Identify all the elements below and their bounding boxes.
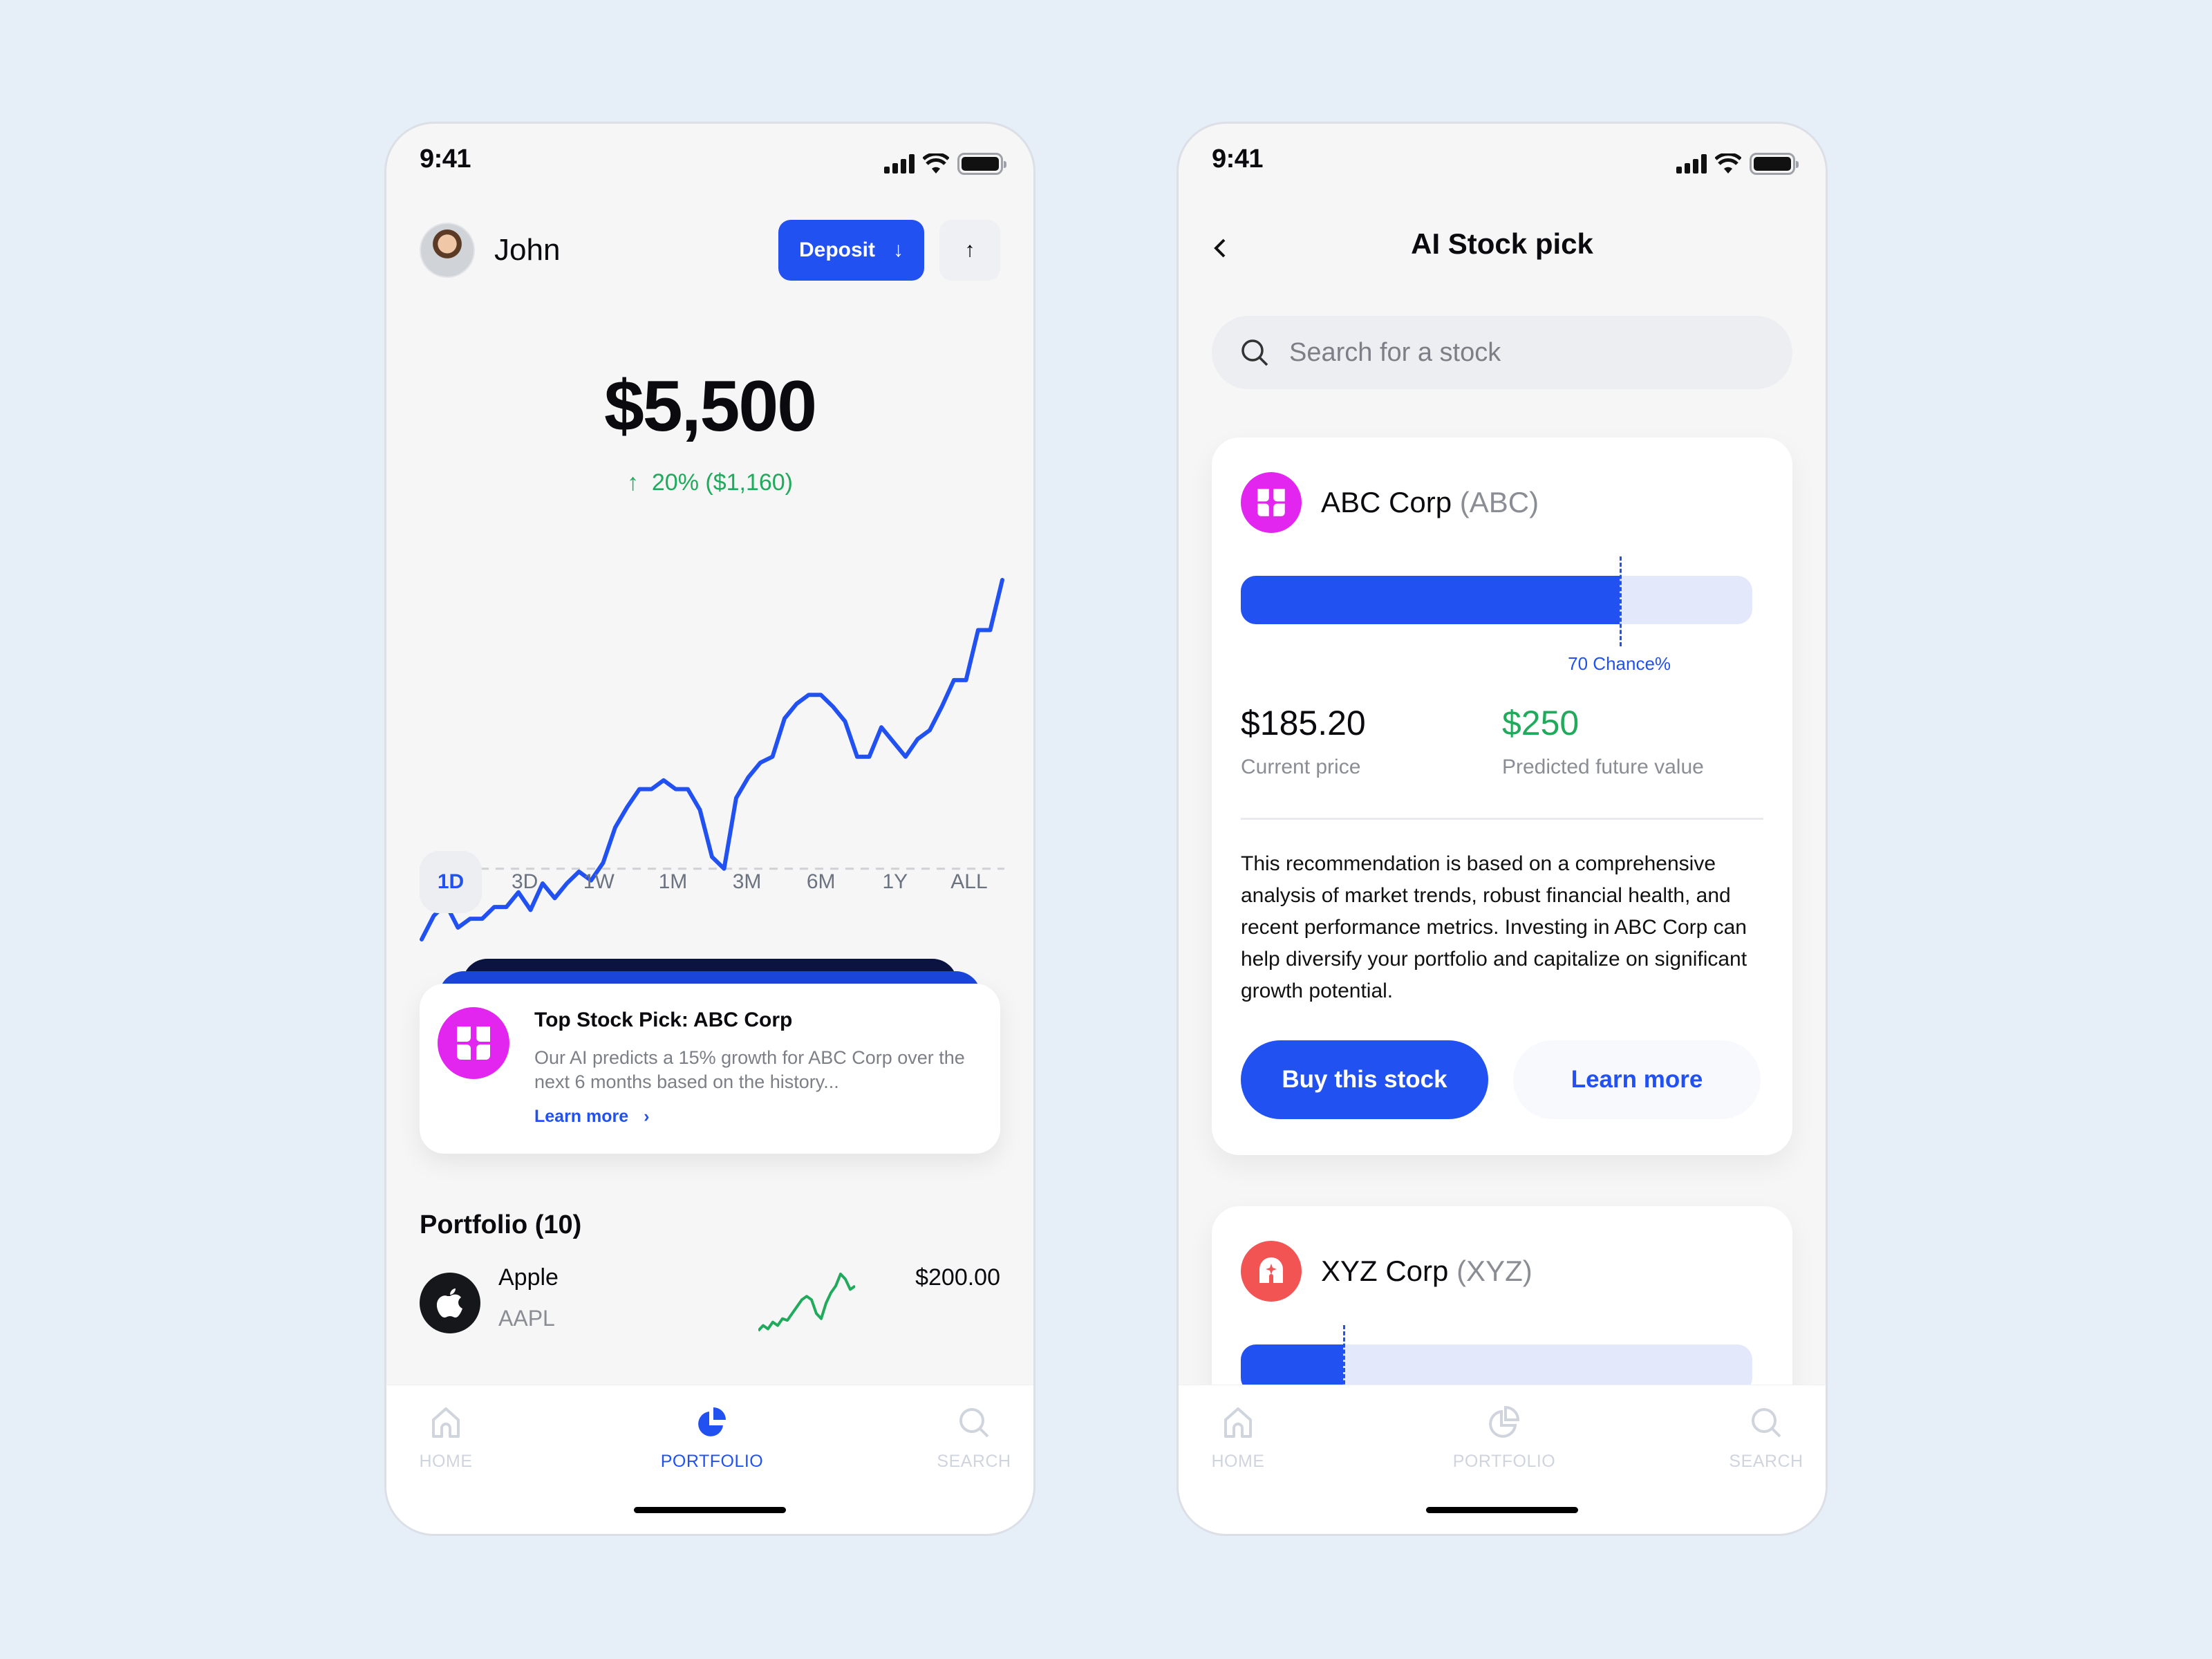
- status-bar: 9:41: [386, 124, 1033, 207]
- home-icon: [432, 1407, 460, 1438]
- range-tab-all[interactable]: ALL: [938, 851, 1000, 913]
- tab-portfolio[interactable]: PORTFOLIO: [650, 1406, 774, 1472]
- ai-stock-pick-screen: 9:41 AI Stock pick ABC Corp (ABC) 70 Cha…: [1177, 122, 1828, 1536]
- tab-search-label: SEARCH: [1729, 1452, 1803, 1471]
- top-pick-card-stack: Top Stock Pick: ABC Corp Our AI predicts…: [420, 959, 1000, 1154]
- deposit-label: Deposit: [798, 238, 875, 261]
- arrow-down-icon: ↓: [893, 238, 903, 261]
- tab-portfolio[interactable]: PORTFOLIO: [1442, 1406, 1566, 1472]
- stock-name-text: ABC Corp: [1321, 486, 1452, 518]
- pie-chart-icon: [1489, 1406, 1520, 1438]
- stock-ticker: (XYZ): [1456, 1255, 1533, 1287]
- range-tab-3d[interactable]: 3D: [494, 851, 556, 913]
- home-indicator: [1426, 1507, 1578, 1513]
- top-pick-learn-more-link[interactable]: Learn more ›: [534, 1107, 650, 1127]
- price-metrics: $185.20 Current price $250 Predicted fut…: [1241, 703, 1763, 779]
- search-icon: [959, 1408, 989, 1438]
- predicted-value-label: Predicted future value: [1502, 756, 1704, 778]
- holding-sparkline: [758, 1273, 855, 1332]
- deposit-button[interactable]: Deposit ↓: [778, 220, 924, 281]
- current-price-label: Current price: [1241, 756, 1361, 778]
- signal-icon: [1676, 154, 1707, 174]
- predicted-value: $250: [1502, 704, 1580, 742]
- top-pick-card[interactable]: Top Stock Pick: ABC Corp Our AI predicts…: [420, 984, 1000, 1154]
- search-icon: [1241, 339, 1268, 366]
- stock-name: XYZ Corp (XYZ): [1321, 1255, 1533, 1288]
- sparkline-series: [758, 1273, 855, 1332]
- holding-name: Apple: [498, 1264, 559, 1291]
- stock-card-abc: ABC Corp (ABC) 70 Chance% $185.20 Curren…: [1212, 438, 1792, 1155]
- avatar[interactable]: [420, 223, 475, 278]
- chance-marker: [1619, 556, 1622, 646]
- range-tab-1m[interactable]: 1M: [641, 851, 704, 913]
- tab-bar: HOME PORTFOLIO SEARCH: [1179, 1385, 1826, 1534]
- apple-logo-icon: [420, 1273, 480, 1333]
- tab-home[interactable]: HOME: [1179, 1406, 1300, 1472]
- tab-search[interactable]: SEARCH: [912, 1406, 1033, 1472]
- range-tab-3m[interactable]: 3M: [716, 851, 778, 913]
- page-title: AI Stock pick: [1411, 227, 1593, 260]
- chevron-right-icon: ›: [644, 1107, 650, 1126]
- stock-ticker: (ABC): [1459, 486, 1539, 518]
- home-indicator: [634, 1507, 786, 1513]
- portfolio-title: Portfolio (10): [420, 1210, 582, 1239]
- abc-logo-icon: [438, 1007, 509, 1079]
- recommendation-text: This recommendation is based on a compre…: [1241, 852, 1747, 1002]
- portfolio-balance: $5,500: [603, 366, 817, 447]
- battery-icon: [957, 153, 1006, 175]
- tab-portfolio-label: PORTFOLIO: [660, 1452, 764, 1471]
- range-tab-6m[interactable]: 6M: [790, 851, 852, 913]
- tab-search-label: SEARCH: [937, 1452, 1011, 1471]
- tab-home[interactable]: HOME: [386, 1406, 508, 1472]
- stock-search-input[interactable]: [1289, 337, 1704, 368]
- stock-search-bar[interactable]: [1212, 316, 1792, 389]
- wifi-icon: [923, 153, 949, 174]
- wifi-icon: [1715, 153, 1741, 174]
- abc-logo-icon: [1241, 472, 1302, 533]
- top-pick-title: Top Stock Pick: ABC Corp: [534, 1009, 793, 1031]
- portfolio-screen: 9:41 John Deposit ↓ ↑ $5,500 ↑ 20% ($1,1…: [384, 122, 1035, 1536]
- holding-ticker: AAPL: [498, 1306, 555, 1331]
- profile-header: John Deposit ↓ ↑: [420, 219, 1000, 281]
- user-name: John: [494, 233, 561, 267]
- tab-home-label: HOME: [1211, 1452, 1265, 1471]
- signal-icon: [884, 154, 915, 174]
- status-time: 9:41: [1212, 144, 1264, 174]
- range-tab-1w[interactable]: 1W: [568, 851, 630, 913]
- chance-progress-fill: [1241, 576, 1620, 624]
- pie-chart-icon: [698, 1407, 726, 1436]
- arrow-up-icon: ↑: [626, 469, 639, 496]
- chance-label: 70 Chance%: [1568, 653, 1671, 674]
- top-pick-description: Our AI predicts a 15% growth for ABC Cor…: [534, 1047, 965, 1092]
- tab-portfolio-label: PORTFOLIO: [1452, 1452, 1556, 1471]
- home-icon: [1224, 1407, 1252, 1438]
- status-bar: 9:41: [1179, 124, 1826, 207]
- buy-stock-button[interactable]: Buy this stock: [1241, 1040, 1488, 1119]
- arrow-up-icon: ↑: [964, 238, 975, 261]
- search-icon: [1752, 1408, 1781, 1438]
- battery-icon: [1750, 153, 1799, 175]
- tab-bar: HOME PORTFOLIO SEARCH: [386, 1385, 1033, 1534]
- divider: [1241, 818, 1763, 820]
- status-time: 9:41: [420, 144, 471, 174]
- tab-search[interactable]: SEARCH: [1704, 1406, 1826, 1472]
- holding-price: $200.00: [915, 1264, 1000, 1291]
- xyz-logo-icon: [1241, 1241, 1302, 1302]
- learn-more-label: Learn more: [534, 1107, 629, 1126]
- stock-name-text: XYZ Corp: [1321, 1255, 1449, 1287]
- withdraw-button[interactable]: ↑: [939, 220, 1000, 281]
- change-text: 20% ($1,160): [651, 469, 794, 496]
- range-tab-1y[interactable]: 1Y: [864, 851, 926, 913]
- holding-row[interactable]: Apple AAPL $200.00: [420, 1264, 1000, 1354]
- stock-name: ABC Corp (ABC): [1321, 486, 1539, 519]
- learn-more-button[interactable]: Learn more: [1513, 1040, 1761, 1119]
- chance-progress-bar: 70 Chance%: [1241, 556, 1752, 674]
- current-price-value: $185.20: [1241, 704, 1366, 742]
- tab-home-label: HOME: [419, 1452, 473, 1471]
- range-tab-1d[interactable]: 1D: [420, 851, 482, 913]
- balance-change: ↑ 20% ($1,160): [386, 469, 1033, 496]
- range-tabs: 1D 3D 1W 1M 3M 6M 1Y ALL: [420, 851, 1000, 913]
